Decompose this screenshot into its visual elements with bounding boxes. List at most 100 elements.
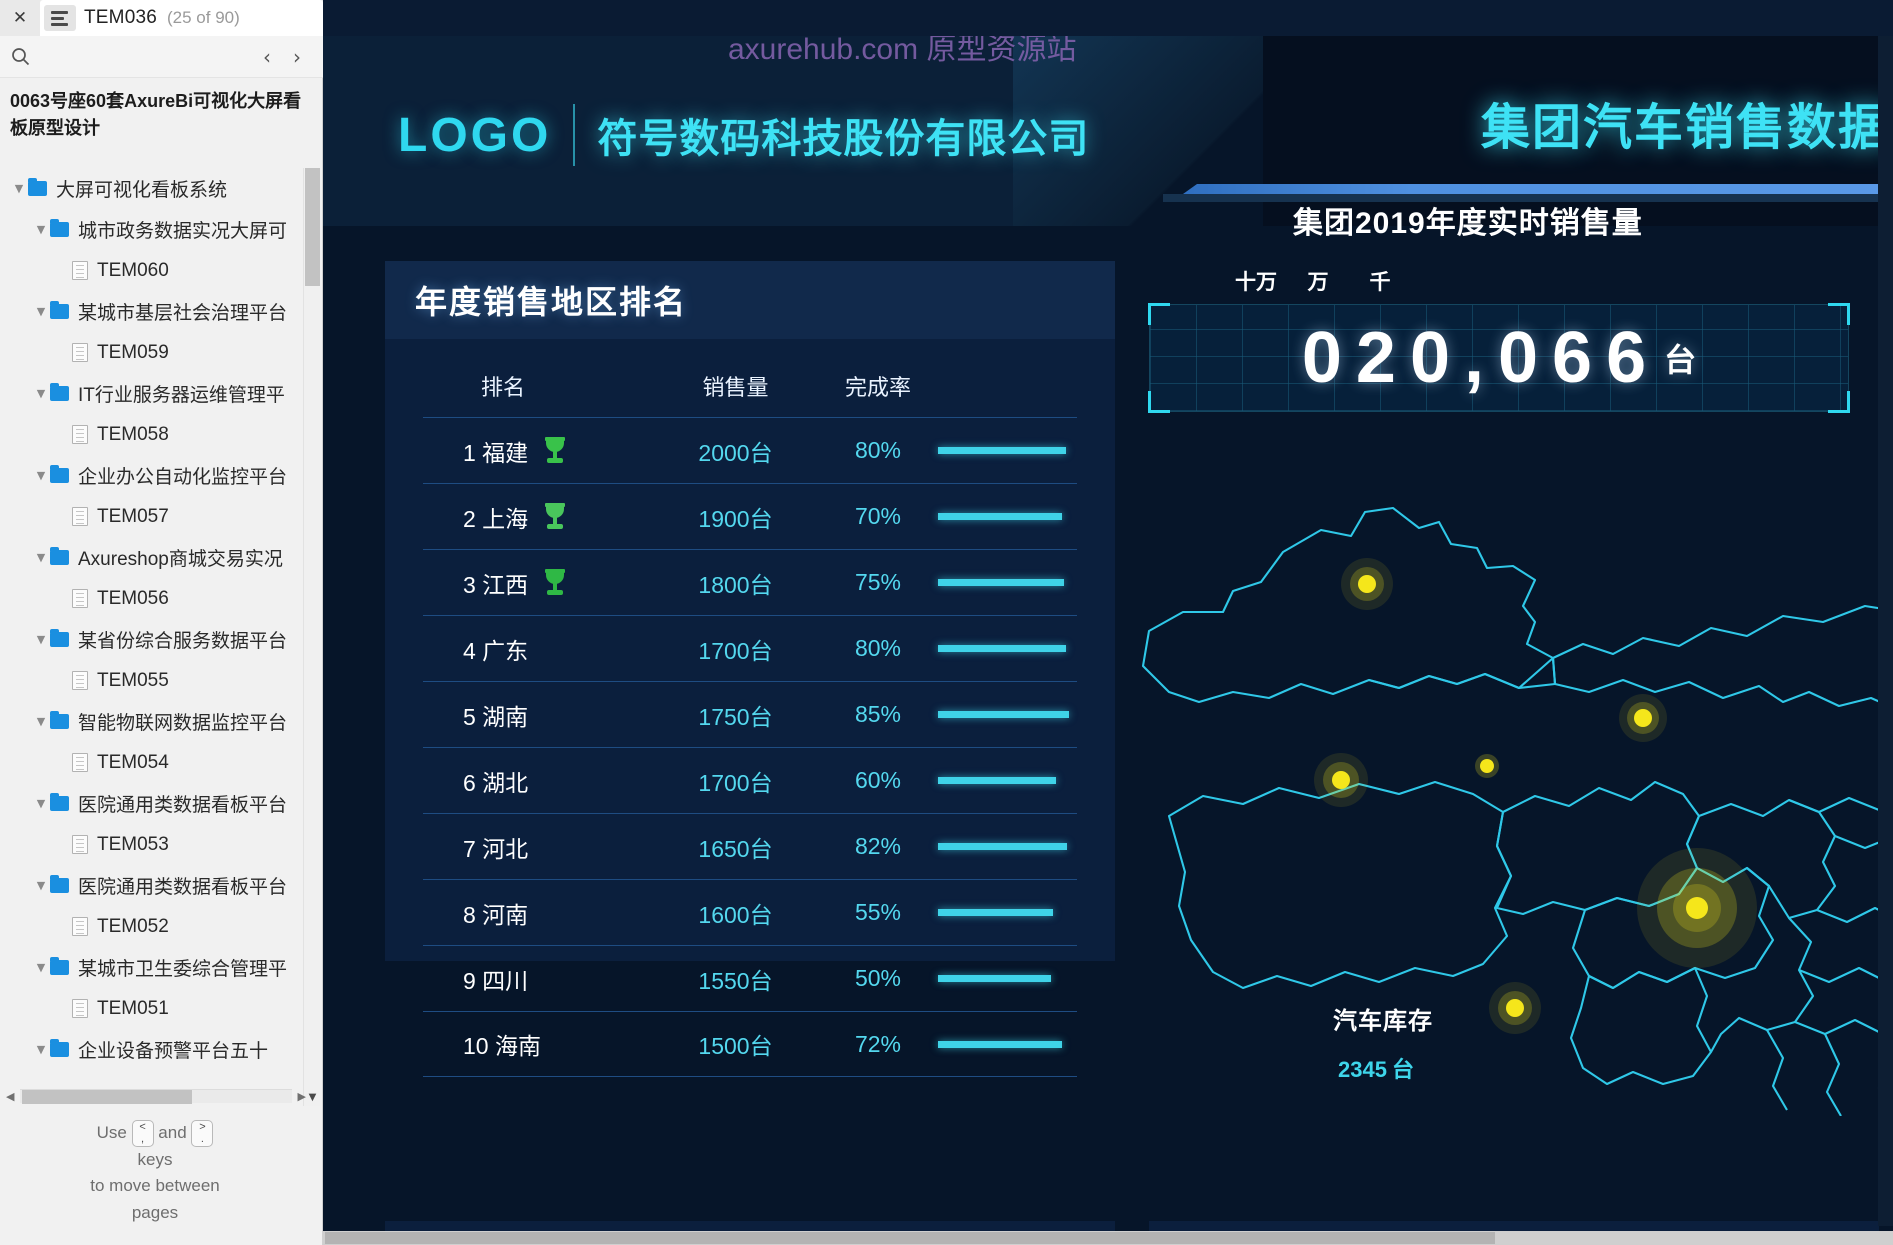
chevron-down-icon[interactable]: ▼ [32, 797, 50, 810]
folder-icon [50, 383, 69, 401]
tree-page-item[interactable]: TEM060 [0, 250, 300, 291]
tree-folder-item[interactable]: ▼ 某省份综合服务数据平台 [0, 619, 300, 660]
chevron-down-icon[interactable]: ▼ [32, 715, 50, 728]
tree-item-label: TEM052 [97, 915, 169, 937]
tree-page-item[interactable]: TEM059 [0, 332, 300, 373]
scroll-right-icon[interactable]: ▶ [298, 1090, 306, 1103]
ranking-panel-title: 年度销售地区排名 [415, 284, 688, 320]
menu-icon[interactable] [44, 5, 76, 31]
tree-page-item[interactable]: TEM055 [0, 660, 300, 701]
tree-horizontal-scrollbar[interactable]: ◀ ▶ [6, 1086, 306, 1106]
chevron-down-icon[interactable]: ▼ [32, 1043, 50, 1056]
chevron-down-icon[interactable]: ▼ [32, 961, 50, 974]
tree-folder-item[interactable]: ▼ Axureshop商城交易实况 [0, 537, 300, 578]
tree-folder-item[interactable]: ▼ 某城市卫生委综合管理平 [0, 947, 300, 988]
hint-prefix: Use [96, 1123, 127, 1143]
dashboard-horizontal-scrollbar[interactable] [323, 1231, 1893, 1245]
page-icon [72, 507, 88, 526]
inventory-value: 2345 [1338, 1057, 1387, 1082]
cell-progress-bar [938, 579, 1077, 586]
folder-icon [50, 219, 69, 237]
tree-folder-item[interactable]: ▼ IT行业服务器运维管理平 [0, 373, 300, 414]
tree-folder-item[interactable]: ▼ 企业办公自动化监控平台 [0, 455, 300, 496]
hscroll-track[interactable] [20, 1089, 292, 1104]
table-row: 1 福建 2000台 80% [423, 417, 1077, 483]
folder-icon [50, 547, 69, 565]
cell-sales: 2000台 [698, 439, 773, 466]
tree-item-label: 医院通用类数据看板平台 [78, 795, 288, 816]
folder-icon [50, 875, 69, 893]
chevron-down-icon[interactable]: ▼ [32, 387, 50, 400]
cell-progress-bar [938, 447, 1077, 454]
cell-sales: 1500台 [698, 1033, 773, 1059]
map-point[interactable] [1686, 897, 1708, 919]
search-icon[interactable] [0, 47, 40, 66]
tree-page-item[interactable]: TEM056 [0, 578, 300, 619]
tree-folder-item[interactable]: ▼ 企业设备预警平台五十 [0, 1029, 300, 1068]
map-point[interactable] [1506, 999, 1524, 1017]
realtime-counter: 十万 万 千 020,066 台 [1148, 266, 1850, 413]
dashboard-hscroll-thumb[interactable] [325, 1232, 1495, 1244]
hscroll-thumb[interactable] [22, 1090, 193, 1104]
cell-sales: 1700台 [698, 769, 773, 796]
scroll-left-icon[interactable]: ◀ [6, 1090, 14, 1103]
counter-unit-labels: 十万 万 千 [1149, 266, 1849, 296]
close-icon[interactable]: ✕ [0, 0, 40, 36]
chevron-down-icon[interactable]: ▼ [32, 633, 50, 646]
tree-item-label: 智能物联网数据监控平台 [78, 713, 288, 734]
sidebar-toolbar: ‹ › [0, 36, 323, 78]
tree-page-item[interactable]: TEM052 [0, 906, 300, 947]
cell-progress-bar [938, 843, 1077, 850]
tree-folder-item[interactable]: ▼ 医院通用类数据看板平台 [0, 783, 300, 824]
tree-vscroll-thumb[interactable] [305, 168, 320, 286]
tree-page-item[interactable]: TEM051 [0, 988, 300, 1029]
chevron-down-icon[interactable]: ▼ [10, 182, 28, 195]
key-next-bottom: . [200, 1132, 204, 1145]
dashboard-vertical-scrollbar[interactable] [1878, 36, 1893, 1226]
prev-page-button[interactable]: ‹ [253, 43, 281, 71]
page-tree[interactable]: ▼ 大屏可视化看板系统 ▼ 城市政务数据实况大屏可 TEM060 ▼ 某城市基层社会治理平台… [0, 168, 300, 1068]
chevron-down-icon[interactable]: ▼ [32, 879, 50, 892]
next-page-button[interactable]: › [283, 43, 311, 71]
keyboard-hint: Use < , and > . keys to move between pag… [0, 1120, 310, 1226]
map-point[interactable] [1480, 759, 1494, 773]
tree-item-label: TEM054 [97, 751, 169, 773]
rank-region-label: 2 上海 [463, 505, 529, 532]
key-prev-top: < [139, 1121, 146, 1133]
tree-folder-item[interactable]: ▼ 大屏可视化看板系统 [0, 168, 300, 209]
folder-icon [50, 301, 69, 319]
page-icon [72, 753, 88, 772]
trophy-icon [544, 436, 566, 465]
page-icon [72, 835, 88, 854]
tree-page-item[interactable]: TEM057 [0, 496, 300, 537]
tree-folder-item[interactable]: ▼ 某城市基层社会治理平台 [0, 291, 300, 332]
tree-page-item[interactable]: TEM053 [0, 824, 300, 865]
counter-unit: 台 [1664, 342, 1697, 378]
chevron-down-icon[interactable]: ▼ [32, 223, 50, 236]
tree-item-label: 企业办公自动化监控平台 [78, 467, 288, 488]
tree-page-item[interactable]: TEM054 [0, 742, 300, 783]
tree-vertical-scrollbar[interactable]: ▼ [303, 168, 320, 1106]
cell-rate: 82% [854, 833, 902, 859]
chevron-down-icon[interactable]: ▼ [305, 1089, 320, 1106]
tree-folder-item[interactable]: ▼ 城市政务数据实况大屏可 [0, 209, 300, 250]
chevron-down-icon[interactable]: ▼ [32, 551, 50, 564]
china-map[interactable] [1083, 416, 1893, 1117]
map-point[interactable] [1634, 709, 1652, 727]
watermark-text: axurehub.com 原型资源站 [728, 36, 1077, 66]
chevron-down-icon[interactable]: ▼ [32, 305, 50, 318]
table-row: 10 海南 1500台 72% [423, 1011, 1077, 1077]
cell-rank: 8 河南 [423, 896, 653, 930]
chevron-down-icon[interactable]: ▼ [32, 469, 50, 482]
tree-page-item[interactable]: TEM058 [0, 414, 300, 455]
tree-folder-item[interactable]: ▼ 智能物联网数据监控平台 [0, 701, 300, 742]
tree-item-label: TEM051 [97, 997, 169, 1019]
counter-display-box: 020,066 台 [1148, 303, 1850, 413]
active-tab[interactable]: TEM036 (25 of 90) [40, 0, 323, 36]
col-header-sales: 销售量 [702, 375, 769, 400]
map-point[interactable] [1332, 771, 1350, 789]
tree-folder-item[interactable]: ▼ 医院通用类数据看板平台 [0, 865, 300, 906]
folder-icon [50, 957, 69, 975]
map-point[interactable] [1358, 575, 1376, 593]
tree-item-label: TEM057 [97, 505, 169, 527]
